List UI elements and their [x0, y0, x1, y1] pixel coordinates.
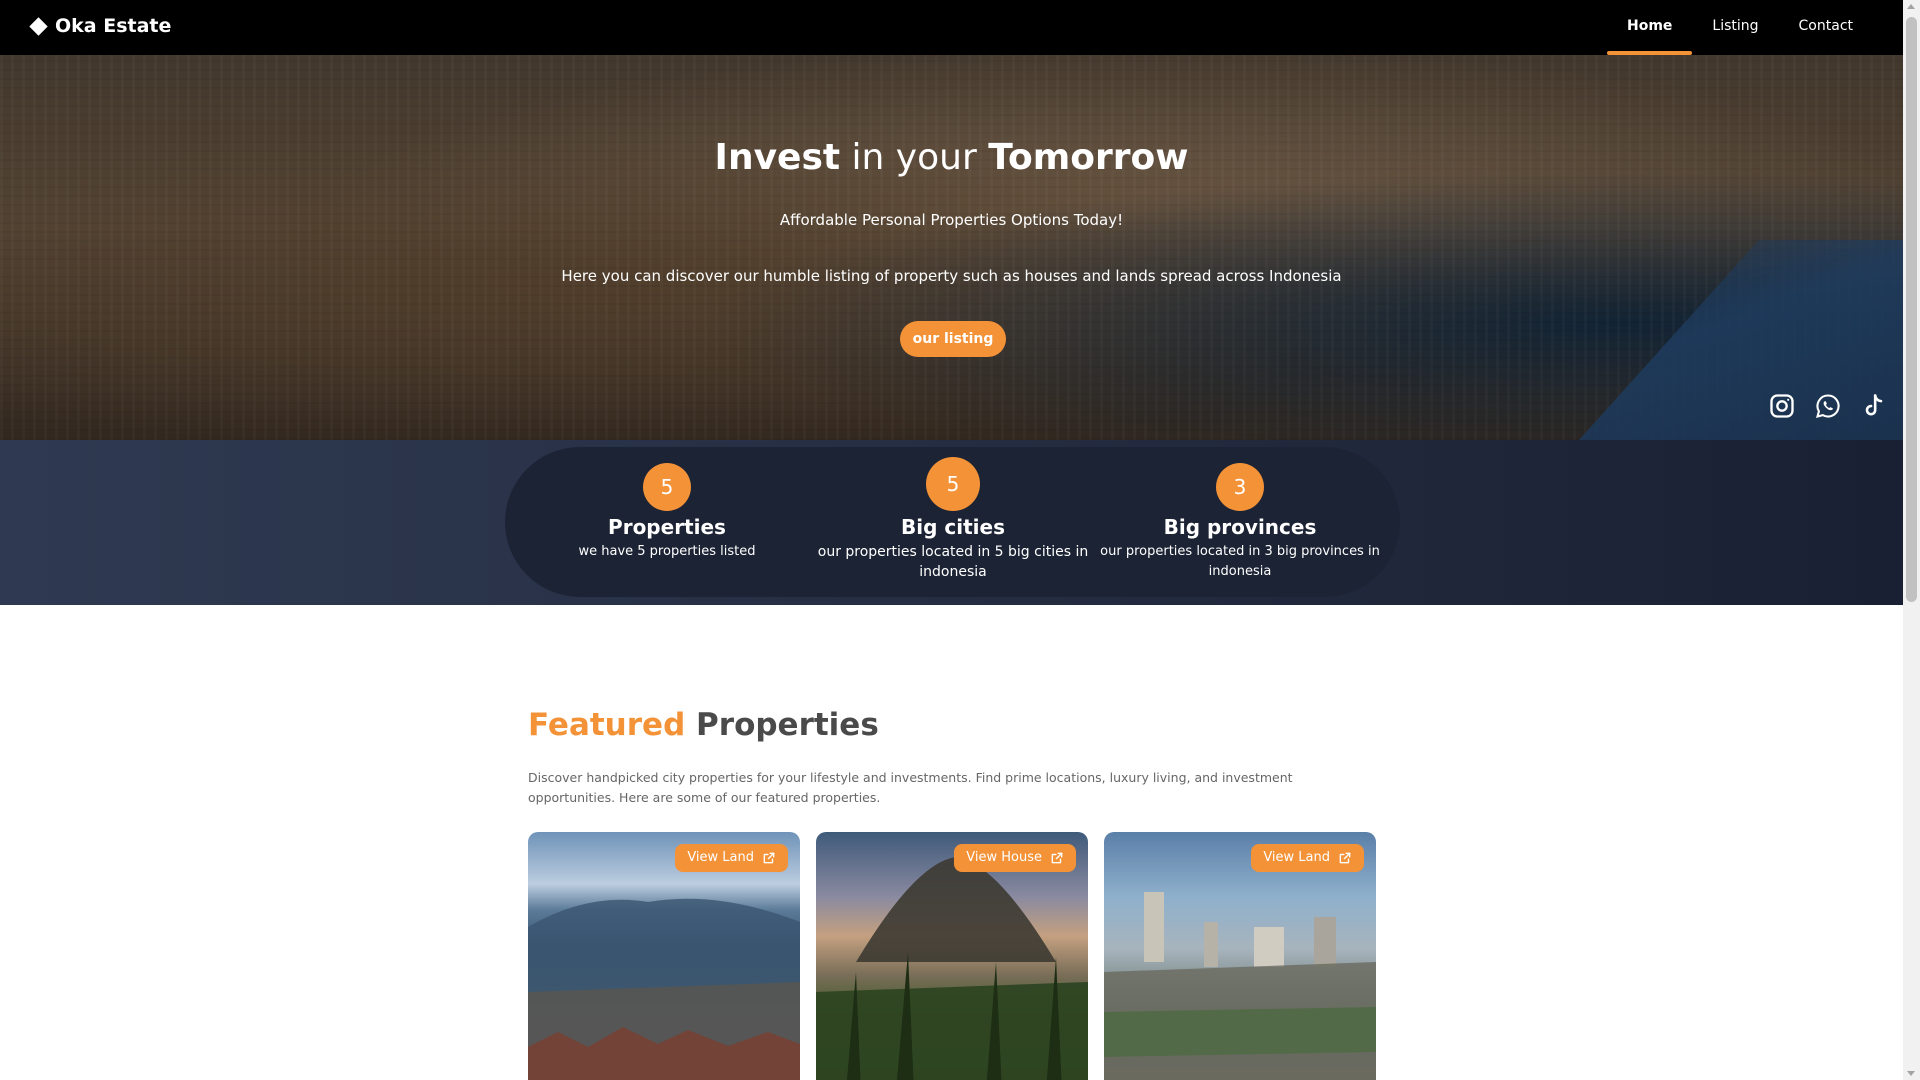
stat-title: Big cities: [901, 515, 1005, 539]
scroll-up-arrow[interactable]: [1907, 4, 1915, 9]
scrollbar-thumb[interactable]: [1906, 17, 1917, 602]
page-scrollbar[interactable]: [1903, 0, 1920, 1080]
stat-cities: 5 Big cities our properties located in 5…: [793, 457, 1113, 582]
hero-description: Here you can discover our humble listing…: [561, 267, 1342, 285]
hero-subtitle: Affordable Personal Properties Options T…: [779, 211, 1124, 229]
stat-properties: 5 Properties we have 5 properties listed: [507, 463, 827, 562]
navbar: Oka Estate Home Listing Contact: [0, 0, 1903, 55]
card-button-label: View Land: [1263, 850, 1330, 865]
stat-title: Properties: [608, 515, 726, 539]
nav-item-contact[interactable]: Contact: [1779, 0, 1873, 55]
hero-title-tomorrow: Tomorrow: [988, 137, 1189, 178]
stat-description: we have 5 properties listed: [578, 544, 756, 559]
property-card[interactable]: View Land: [1104, 832, 1376, 1080]
stats-section: 5 Properties we have 5 properties listed…: [0, 440, 1903, 605]
whatsapp-icon[interactable]: [1814, 392, 1842, 420]
view-land-button[interactable]: View Land: [675, 844, 788, 872]
instagram-icon[interactable]: [1768, 392, 1796, 420]
stat-number: 5: [926, 457, 980, 511]
property-card[interactable]: View Land: [528, 832, 800, 1080]
tiktok-icon[interactable]: [1860, 392, 1888, 420]
external-link-icon: [1051, 852, 1063, 864]
stats-container: 5 Properties we have 5 properties listed…: [505, 447, 1400, 597]
hero-title-invest: Invest: [714, 137, 841, 178]
hero-title-middle: in your: [840, 137, 989, 178]
stat-description: our properties located in 3 big province…: [1100, 544, 1380, 579]
nav-item-listing[interactable]: Listing: [1692, 0, 1778, 55]
nav-item-home[interactable]: Home: [1606, 0, 1693, 55]
page: Oka Estate Home Listing Contact Invest i…: [0, 0, 1903, 1080]
featured-title-rest: Properties: [685, 707, 879, 743]
stat-number: 3: [1216, 463, 1264, 511]
property-cards: View Land View House View Land: [528, 832, 1376, 1080]
nav-links: Home Listing Contact: [1606, 0, 1873, 55]
view-land-button[interactable]: View Land: [1251, 844, 1364, 872]
hero-section: Invest in your Tomorrow Affordable Perso…: [0, 55, 1903, 440]
brand-name: Oka Estate: [55, 15, 172, 37]
featured-title-accent: Featured: [528, 707, 686, 743]
card-button-label: View House: [966, 850, 1042, 865]
hero-title: Invest in your Tomorrow: [0, 137, 1903, 178]
featured-title: Featured Properties: [528, 707, 879, 743]
stat-title: Big provinces: [1163, 515, 1317, 539]
external-link-icon: [763, 852, 775, 864]
diamond-icon: [29, 16, 48, 36]
stat-description: our properties located in 5 big cities i…: [817, 544, 1089, 580]
social-links: [1768, 392, 1888, 420]
stat-number: 5: [643, 463, 691, 511]
scroll-down-arrow[interactable]: [1907, 1071, 1915, 1076]
external-link-icon: [1339, 852, 1351, 864]
our-listing-button[interactable]: our listing: [900, 321, 1006, 357]
view-house-button[interactable]: View House: [954, 844, 1076, 872]
featured-description: Discover handpicked city properties for …: [528, 770, 1293, 805]
card-button-label: View Land: [687, 850, 754, 865]
hero-background-city: [0, 55, 1903, 440]
property-card[interactable]: View House: [816, 832, 1088, 1080]
brand-logo[interactable]: Oka Estate: [29, 15, 172, 37]
stat-provinces: 3 Big provinces our properties located i…: [1080, 463, 1400, 582]
